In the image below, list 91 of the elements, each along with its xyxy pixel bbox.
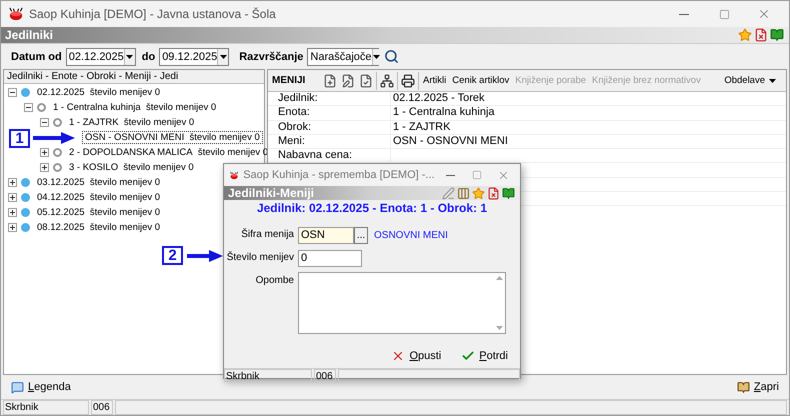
confirm-button[interactable]: Potrdi xyxy=(457,348,512,364)
dialog-header: Jedilniki-Meniji xyxy=(228,186,316,200)
date-from-label: Datum od xyxy=(11,50,62,62)
status-dot xyxy=(21,193,30,202)
expand-icon[interactable] xyxy=(8,178,17,187)
dialog-subtitle: Jedilnik: 02.12.2025 - Enota: 1 - Obrok: 1 xyxy=(256,200,488,216)
close-document-icon[interactable] xyxy=(486,186,501,200)
status-dot xyxy=(21,178,30,187)
caret-icon xyxy=(126,54,134,58)
property-label: Enota: xyxy=(277,106,311,120)
expand-icon[interactable] xyxy=(8,193,17,202)
property-value: 02.12.2025 - Torek xyxy=(390,92,786,106)
property-label: Nabavna cena: xyxy=(277,149,353,162)
toolbar-button[interactable]: Artikli xyxy=(421,75,448,86)
menu-count-field[interactable]: 0 xyxy=(298,250,362,266)
tree-item[interactable]: 05.12.2025 število menijev 0 xyxy=(34,206,164,219)
window-title: Saop Kuhinja [DEMO] - Javna ustanova - Šola xyxy=(29,7,277,21)
close-button[interactable]: Zapri xyxy=(732,378,783,396)
tree-heading: Jedilniki - Enote - Obroki - Meniji - Jedi xyxy=(4,70,264,84)
book-icon[interactable] xyxy=(769,28,785,42)
star-icon[interactable] xyxy=(471,186,486,200)
property-label: Jedilnik: xyxy=(277,92,319,106)
check-document-icon[interactable] xyxy=(358,74,374,88)
maximize-icon xyxy=(472,170,482,180)
cancel-button[interactable]: Opusti xyxy=(387,348,446,364)
arrow-icon xyxy=(33,132,75,144)
minimize-icon xyxy=(446,174,455,176)
menu-name: OSNOVNI MENI xyxy=(374,230,448,240)
status-code: 006 xyxy=(314,369,336,382)
property-label: Obrok: xyxy=(277,120,312,134)
legend-button[interactable]: Legenda xyxy=(7,378,75,396)
expand-icon[interactable] xyxy=(40,163,49,172)
book-icon[interactable] xyxy=(501,186,516,200)
collapse-icon[interactable] xyxy=(8,88,17,97)
toolbar-button[interactable]: Cenik artiklov xyxy=(450,75,512,86)
caret-icon xyxy=(769,78,776,82)
caret-icon xyxy=(220,54,227,58)
section-title: Jedilniki xyxy=(5,28,54,42)
dialog-title: Saop Kuhinja - sprememba [DEMO] -... xyxy=(243,169,435,181)
sort-label: Razvrščanje xyxy=(239,50,304,62)
date-to-label: do xyxy=(142,50,156,62)
speech-bubble-icon xyxy=(11,380,24,394)
edit-document-icon[interactable] xyxy=(340,74,356,88)
callout-number: 2 xyxy=(162,246,183,265)
caret-icon xyxy=(372,54,380,58)
hierarchy-icon[interactable] xyxy=(379,74,395,88)
property-label: Meni: xyxy=(277,134,306,148)
tree-item[interactable]: 1 - Centralna kuhinja število menijev 0 xyxy=(50,101,220,114)
collapse-icon[interactable] xyxy=(40,118,49,127)
status-user: Skrbnik xyxy=(224,369,312,382)
expand-icon[interactable] xyxy=(40,148,49,157)
dropdown-menu-button[interactable]: Obdelave xyxy=(722,75,782,86)
printer-icon[interactable] xyxy=(400,74,416,88)
property-value: 1 - Centralna kuhinja xyxy=(390,106,786,120)
tree-item[interactable]: 03.12.2025 število menijev 0 xyxy=(34,176,164,189)
search-icon[interactable] xyxy=(383,49,400,64)
book-icon xyxy=(736,380,750,394)
tree-item[interactable]: 3 - KOSILO število menijev 0 xyxy=(66,161,197,174)
maximize-icon xyxy=(718,8,730,20)
new-document-icon[interactable] xyxy=(322,74,338,88)
date-from-field[interactable]: 02.12.2025 xyxy=(66,48,136,66)
field-label: Opombe xyxy=(254,274,294,288)
property-value: OSN - OSNOVNI MENI xyxy=(390,134,786,148)
field-label: Število menijev xyxy=(226,250,294,265)
expand-icon[interactable] xyxy=(8,223,17,232)
tree-item[interactable]: OSN - OSNOVNI MENI število menijev 0 xyxy=(82,131,263,144)
date-to-field[interactable]: 09.12.2025 xyxy=(159,48,230,66)
panel-title: MENIJI xyxy=(272,75,306,86)
star-icon[interactable] xyxy=(737,28,753,42)
status-dot xyxy=(21,223,30,232)
sort-dropdown[interactable]: Naraščajoče xyxy=(307,48,380,66)
callout-number: 1 xyxy=(9,129,30,148)
browse-button[interactable]: ... xyxy=(354,226,368,244)
columns-icon[interactable] xyxy=(456,186,471,200)
property-value: 1 - ZAJTRK xyxy=(390,120,786,134)
field-label: Šifra menija xyxy=(240,227,294,242)
app-logo-icon xyxy=(9,7,23,21)
menu-code-field[interactable]: OSN xyxy=(298,226,354,244)
expand-icon[interactable] xyxy=(8,208,17,217)
status-code: 006 xyxy=(91,400,113,415)
collapse-icon[interactable] xyxy=(24,103,33,112)
tree-item[interactable]: 1 - ZAJTRK število menijev 0 xyxy=(66,116,198,129)
tree-item[interactable]: 02.12.2025 število menijev 0 xyxy=(34,86,164,99)
arrow-icon xyxy=(187,250,223,262)
close-document-icon[interactable] xyxy=(753,28,769,42)
status-dot xyxy=(21,208,30,217)
status-user: Skrbnik xyxy=(3,400,89,415)
status-dot xyxy=(21,88,30,97)
tree-item[interactable]: 08.12.2025 število menijev 0 xyxy=(34,221,164,234)
checkmark-icon xyxy=(461,349,476,363)
tree-item[interactable]: 04.12.2025 število menijev 0 xyxy=(34,191,164,204)
